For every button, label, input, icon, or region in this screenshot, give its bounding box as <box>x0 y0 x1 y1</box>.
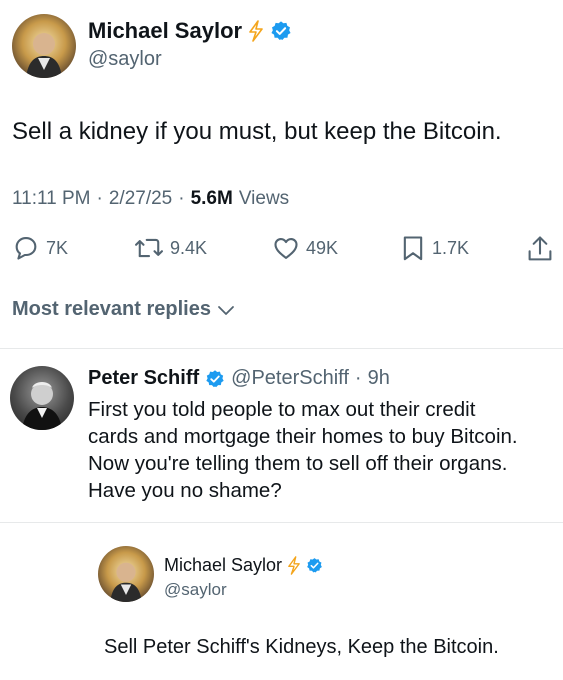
response-author-name[interactable]: Michael Saylor <box>164 555 282 576</box>
retweet-count: 9.4K <box>170 237 208 258</box>
reply-text-line: Have you no shame? <box>88 479 282 502</box>
meta-separator: · <box>96 188 103 209</box>
tweet-text: Sell a kidney if you must, but keep the … <box>12 118 502 145</box>
bookmark-count: 1.7K <box>432 237 470 258</box>
response-author-avatar[interactable] <box>98 546 154 602</box>
divider <box>0 348 563 349</box>
reply-separator: · <box>354 367 362 389</box>
response-author-avatar-image <box>110 562 142 602</box>
like-count: 49K <box>306 237 339 258</box>
response-author-handle[interactable]: @saylor <box>164 580 227 600</box>
tweet-time[interactable]: 11:11 PM <box>12 188 91 210</box>
replies-sort-label: Most relevant replies <box>12 298 211 320</box>
reply-text: First you told people to max out their c… <box>88 396 518 504</box>
lightning-icon <box>288 556 300 575</box>
bookmark-button[interactable]: 1.7K <box>400 234 469 262</box>
lightning-icon <box>249 20 263 42</box>
reply-age[interactable]: 9h <box>368 367 390 390</box>
reply-text-line: cards and mortgage their homes to buy Bi… <box>88 425 518 448</box>
verified-badge-icon <box>271 21 291 40</box>
author-handle[interactable]: @saylor <box>88 48 162 71</box>
verified-badge-icon <box>307 558 322 573</box>
share-icon <box>528 236 552 261</box>
reply-author-handle[interactable]: @PeterSchiff <box>231 367 349 390</box>
views-label: Views <box>238 188 290 209</box>
retweet-button[interactable]: 9.4K <box>134 234 207 262</box>
reply-count: 7K <box>46 237 69 258</box>
like-button[interactable]: 49K <box>272 234 338 262</box>
heart-icon <box>274 237 298 259</box>
replies-sort-button[interactable]: Most relevant replies <box>12 298 235 321</box>
meta-separator: · <box>178 188 185 209</box>
retweet-icon <box>135 238 163 258</box>
tweet-date[interactable]: 2/27/25 <box>109 188 172 210</box>
divider <box>0 522 563 523</box>
chevron-down-icon <box>218 305 234 315</box>
response-text: Sell Peter Schiff's Kidneys, Keep the Bi… <box>104 636 499 658</box>
reply-icon <box>15 237 37 260</box>
author-avatar[interactable] <box>12 14 76 78</box>
author-name[interactable]: Michael Saylor <box>88 18 242 44</box>
views-count: 5.6M <box>190 188 233 209</box>
tweet-meta: 11:11 PM · 2/27/25 · 5.6M Views <box>12 188 289 210</box>
author-avatar-image <box>26 33 62 78</box>
reply-text-line: First you told people to max out their c… <box>88 398 476 421</box>
reply-text-line: Now you're telling them to sell off thei… <box>88 452 508 475</box>
share-button[interactable] <box>526 234 554 264</box>
verified-badge-icon <box>206 369 224 387</box>
reply-button[interactable]: 7K <box>12 234 68 262</box>
reply-author-name[interactable]: Peter Schiff <box>88 367 199 390</box>
bookmark-icon <box>403 236 423 261</box>
reply-author-avatar-image <box>22 382 62 430</box>
reply-author-avatar[interactable] <box>10 366 74 430</box>
